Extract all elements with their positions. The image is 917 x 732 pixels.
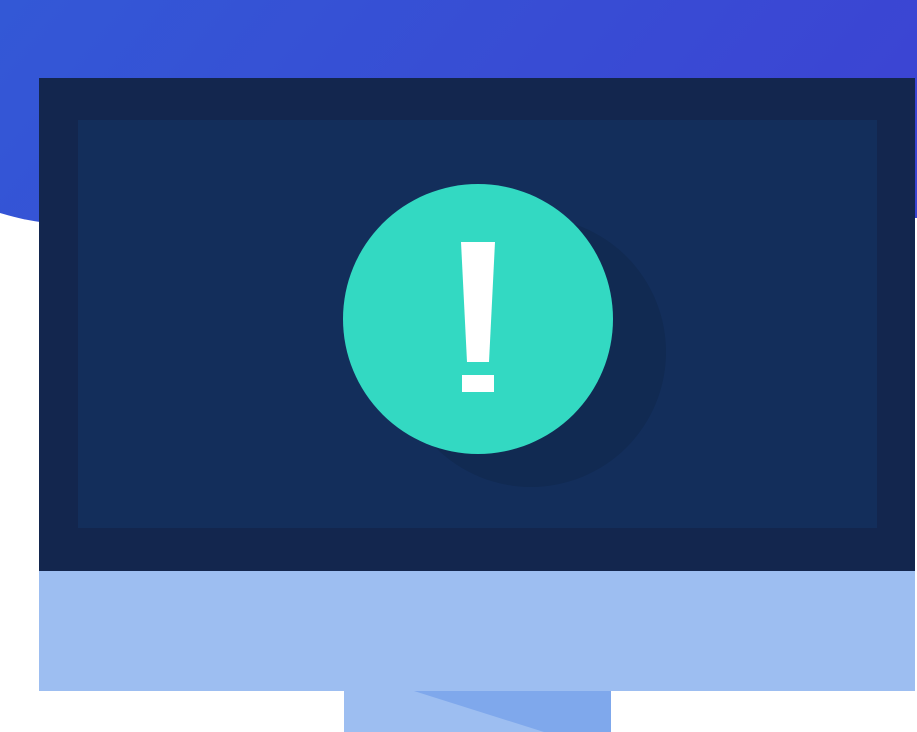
alert-badge (343, 184, 613, 454)
stand-shadow (414, 691, 611, 732)
error-illustration (0, 0, 917, 732)
monitor-stand (344, 691, 611, 732)
exclamation-icon (461, 242, 495, 392)
monitor-screen (78, 120, 877, 528)
monitor-chin (39, 571, 915, 691)
